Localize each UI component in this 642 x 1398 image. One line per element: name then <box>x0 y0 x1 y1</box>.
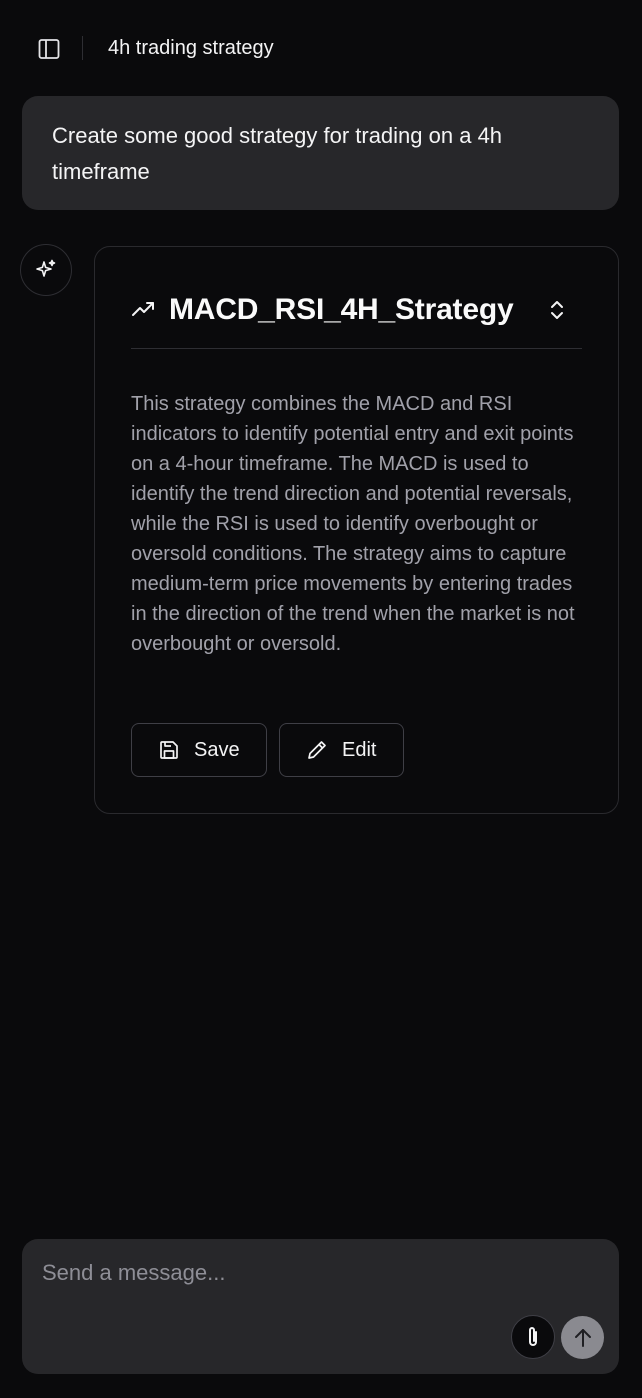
strategy-description: This strategy combines the MACD and RSI … <box>131 393 575 655</box>
header: 4h trading strategy <box>0 26 642 70</box>
strategy-card-header: MACD_RSI_4H_Strategy <box>131 291 582 349</box>
chevrons-up-down-icon <box>551 301 563 319</box>
sidebar-toggle-button[interactable] <box>36 36 62 62</box>
save-icon <box>160 741 178 759</box>
edit-button-label: Edit <box>342 738 377 761</box>
edit-button[interactable]: Edit <box>279 723 404 777</box>
pencil-icon <box>308 741 326 759</box>
user-message: Create some good strategy for trading on… <box>22 96 619 210</box>
strategy-card: MACD_RSI_4H_Strategy This strategy combi… <box>94 246 619 814</box>
message-composer <box>22 1239 619 1374</box>
sidebar-icon <box>38 39 60 59</box>
assistant-avatar <box>20 244 72 296</box>
strategy-title: MACD_RSI_4H_Strategy <box>169 293 514 326</box>
paperclip-icon <box>529 1327 537 1346</box>
chat-title: 4h trading strategy <box>108 37 274 59</box>
save-button[interactable]: Save <box>131 723 267 777</box>
message-input[interactable] <box>42 1253 512 1293</box>
attach-button[interactable] <box>511 1315 555 1359</box>
expand-toggle-button[interactable] <box>546 297 568 323</box>
arrow-up-icon <box>574 1328 591 1347</box>
header-divider <box>82 36 83 60</box>
trending-up-icon <box>132 302 154 316</box>
send-button[interactable] <box>561 1316 604 1359</box>
chat-page: 4h trading strategy Create some good str… <box>0 0 642 1398</box>
save-button-label: Save <box>194 738 240 761</box>
sparkles-icon <box>36 259 56 277</box>
